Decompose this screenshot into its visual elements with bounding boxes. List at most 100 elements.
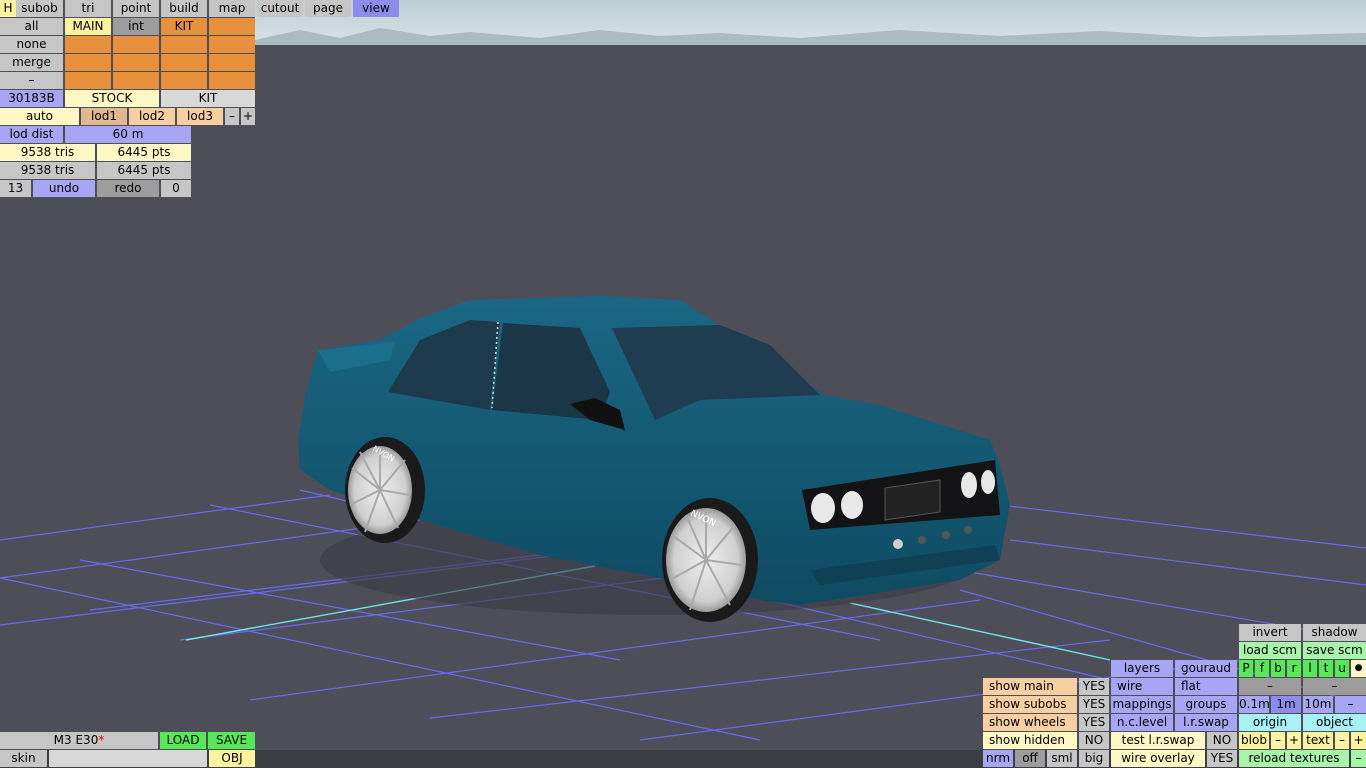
wire-button[interactable]: wire: [1111, 678, 1173, 695]
skin-label: skin: [0, 750, 47, 767]
layer-cell[interactable]: [113, 54, 159, 71]
flag-t[interactable]: t: [1319, 660, 1333, 677]
kit-button[interactable]: KIT: [161, 90, 255, 107]
object-button[interactable]: object: [1303, 714, 1366, 731]
lod-plus-button[interactable]: +: [241, 108, 255, 125]
dash-button-1[interactable]: –: [1239, 678, 1301, 695]
groups-button[interactable]: groups: [1175, 696, 1237, 713]
layer-cell[interactable]: [161, 54, 207, 71]
model-id[interactable]: 30183B: [0, 90, 63, 107]
text-minus-button[interactable]: –: [1335, 732, 1349, 749]
save-button[interactable]: SAVE: [208, 732, 255, 749]
load-scm-button[interactable]: load scm: [1239, 642, 1301, 659]
wire-overlay-button[interactable]: wire overlay: [1111, 750, 1205, 767]
show-subobs-label: show subobs: [983, 696, 1077, 713]
view-mode-big[interactable]: big: [1079, 750, 1109, 767]
show-main-toggle[interactable]: YES: [1079, 678, 1109, 695]
menu-build[interactable]: build: [161, 0, 207, 17]
layer-cell[interactable]: [65, 36, 111, 53]
show-hidden-label: show hidden: [983, 732, 1077, 749]
layer-row-merge[interactable]: merge: [0, 54, 63, 71]
blob-plus-button[interactable]: +: [1287, 732, 1301, 749]
lr-swap-button[interactable]: l.r.swap: [1175, 714, 1237, 731]
layer-row-all[interactable]: all: [0, 18, 63, 35]
scale-minus[interactable]: –: [1335, 696, 1366, 713]
layer-row-dash[interactable]: –: [0, 72, 63, 89]
lod-auto-button[interactable]: auto: [0, 108, 79, 125]
scale-1m[interactable]: 1m: [1271, 696, 1301, 713]
layer-cell[interactable]: [209, 72, 255, 89]
menu-h[interactable]: H: [0, 0, 16, 17]
layer-cell[interactable]: [209, 54, 255, 71]
undo-button[interactable]: undo: [33, 180, 95, 197]
layer-row-none[interactable]: none: [0, 36, 63, 53]
layer-cell[interactable]: [161, 72, 207, 89]
layer-cell[interactable]: [113, 72, 159, 89]
menu-subob[interactable]: subob: [16, 0, 63, 17]
menu-tri[interactable]: tri: [65, 0, 111, 17]
view-mode-off[interactable]: off: [1015, 750, 1045, 767]
blob-minus-button[interactable]: –: [1271, 732, 1285, 749]
flag-l[interactable]: l: [1303, 660, 1317, 677]
wire-overlay-toggle[interactable]: YES: [1207, 750, 1237, 767]
view-mode-sml[interactable]: sml: [1047, 750, 1077, 767]
show-subobs-toggle[interactable]: YES: [1079, 696, 1109, 713]
flag-p[interactable]: P: [1239, 660, 1253, 677]
show-wheels-toggle[interactable]: YES: [1079, 714, 1109, 731]
tris-count: 9538 tris: [0, 144, 95, 161]
reload-minus-button[interactable]: –: [1351, 750, 1366, 767]
invert-button[interactable]: invert: [1239, 624, 1301, 641]
save-scm-button[interactable]: save scm: [1303, 642, 1366, 659]
test-lr-swap-button[interactable]: test l.r.swap: [1111, 732, 1205, 749]
lod-minus-button[interactable]: –: [225, 108, 239, 125]
layer-main[interactable]: MAIN: [65, 18, 111, 35]
scale-0-1m[interactable]: 0.1m: [1239, 696, 1269, 713]
menu-page[interactable]: page: [305, 0, 351, 17]
flag-dot-icon[interactable]: ●: [1351, 660, 1366, 677]
lod-dist-value[interactable]: 60 m: [65, 126, 191, 143]
gouraud-button[interactable]: gouraud: [1175, 660, 1237, 677]
mappings-button[interactable]: mappings: [1111, 696, 1173, 713]
flat-button[interactable]: flat: [1175, 678, 1237, 695]
redo-button[interactable]: redo: [97, 180, 159, 197]
layers-button[interactable]: layers: [1111, 660, 1173, 677]
obj-button[interactable]: OBJ: [209, 750, 255, 767]
shadow-button[interactable]: shadow: [1303, 624, 1366, 641]
layer-cell[interactable]: [113, 36, 159, 53]
menu-cutout[interactable]: cutout: [257, 0, 303, 17]
skin-field[interactable]: [49, 750, 207, 767]
stock-button[interactable]: STOCK: [65, 90, 159, 107]
layer-cell[interactable]: [209, 18, 255, 35]
flag-f[interactable]: f: [1255, 660, 1269, 677]
layer-cell[interactable]: [65, 54, 111, 71]
load-button[interactable]: LOAD: [160, 732, 206, 749]
flag-r[interactable]: r: [1287, 660, 1301, 677]
text-plus-button[interactable]: +: [1351, 732, 1366, 749]
menu-view[interactable]: view: [353, 0, 399, 17]
lod1-button[interactable]: lod1: [81, 108, 127, 125]
origin-button[interactable]: origin: [1239, 714, 1301, 731]
pts-count-total: 6445 pts: [97, 162, 191, 179]
menu-point[interactable]: point: [113, 0, 159, 17]
lod2-button[interactable]: lod2: [129, 108, 175, 125]
layer-cell[interactable]: [209, 36, 255, 53]
reload-textures-button[interactable]: reload textures: [1239, 750, 1349, 767]
flag-b[interactable]: b: [1271, 660, 1285, 677]
layer-cell[interactable]: [65, 72, 111, 89]
layer-int[interactable]: int: [113, 18, 159, 35]
layer-kit[interactable]: KIT: [161, 18, 207, 35]
view-mode-nrm[interactable]: nrm: [983, 750, 1013, 767]
show-main-label: show main: [983, 678, 1077, 695]
dash-button-2[interactable]: –: [1303, 678, 1366, 695]
model-name-field[interactable]: M3 E30*: [0, 732, 158, 749]
pts-count: 6445 pts: [97, 144, 191, 161]
flag-u[interactable]: u: [1335, 660, 1349, 677]
nc-level-button[interactable]: n.c.level: [1111, 714, 1173, 731]
show-hidden-toggle[interactable]: NO: [1079, 732, 1109, 749]
scale-10m[interactable]: 10m: [1303, 696, 1333, 713]
layer-cell[interactable]: [161, 36, 207, 53]
model-name: M3 E30: [53, 733, 99, 747]
menu-map[interactable]: map: [209, 0, 255, 17]
lod3-button[interactable]: lod3: [177, 108, 223, 125]
test-lr-swap-toggle[interactable]: NO: [1207, 732, 1237, 749]
